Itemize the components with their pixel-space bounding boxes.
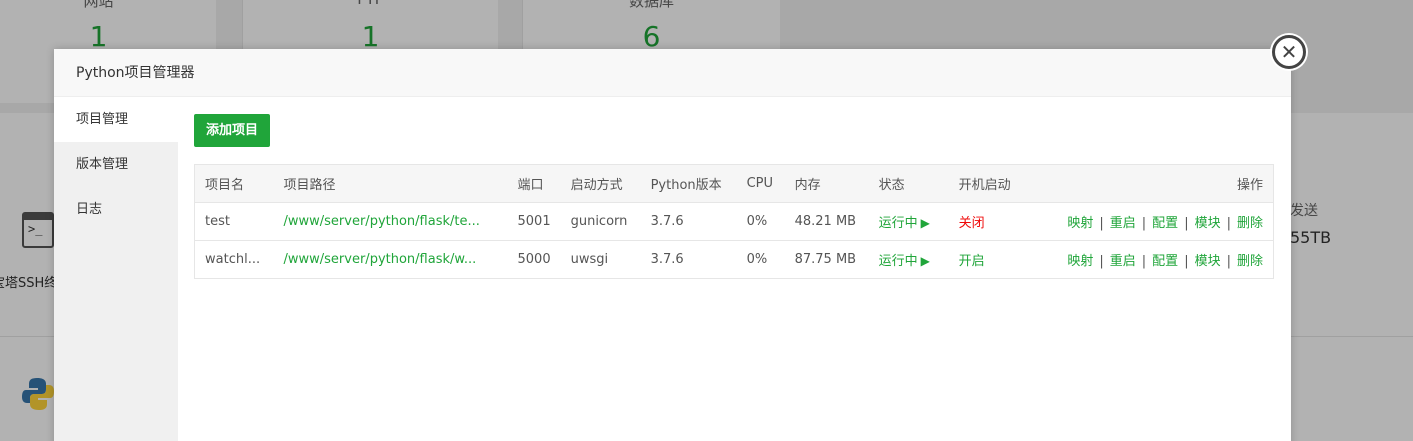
action-separator: | bbox=[1099, 254, 1104, 269]
project-start-method: uwsgi bbox=[560, 240, 641, 279]
action-map-link[interactable]: 映射 bbox=[1067, 216, 1093, 231]
project-cpu: 0% bbox=[736, 240, 785, 279]
project-actions: 映射 | 重启 | 配置 | 模块 | 删除 bbox=[1032, 240, 1274, 279]
close-icon[interactable]: ✕ bbox=[1272, 35, 1306, 69]
col-header-memory: 内存 bbox=[784, 164, 869, 203]
project-name: watchl... bbox=[194, 240, 274, 279]
project-name: test bbox=[194, 202, 274, 241]
status-text: 运行中 bbox=[878, 254, 918, 269]
action-separator: | bbox=[1184, 216, 1189, 231]
table-header-row: 项目名 项目路径 端口 启动方式 Python版本 CPU 内存 状态 开机启动… bbox=[194, 164, 1274, 203]
action-separator: | bbox=[1141, 216, 1147, 231]
project-actions: 映射 | 重启 | 配置 | 模块 | 删除 bbox=[1032, 202, 1274, 241]
table-row: watchl... /www/server/python/flask/w... … bbox=[194, 240, 1274, 279]
dialog-sidebar: 项目管理 版本管理 日志 bbox=[54, 97, 178, 441]
project-python-version: 3.7.6 bbox=[640, 240, 737, 279]
col-header-name: 项目名 bbox=[194, 164, 274, 203]
dialog-title: Python项目管理器 bbox=[54, 49, 1291, 97]
col-header-port: 端口 bbox=[507, 164, 561, 203]
action-modules-link[interactable]: 模块 bbox=[1195, 254, 1221, 269]
col-header-path: 项目路径 bbox=[273, 164, 508, 203]
action-map-link[interactable]: 映射 bbox=[1067, 254, 1093, 269]
action-separator: | bbox=[1226, 216, 1231, 231]
project-cpu: 0% bbox=[736, 202, 785, 241]
sidebar-item-version-management[interactable]: 版本管理 bbox=[54, 142, 178, 187]
project-path-link[interactable]: /www/server/python/flask/w... bbox=[273, 240, 508, 279]
col-header-actions: 操作 bbox=[1032, 164, 1274, 203]
project-start-method: gunicorn bbox=[560, 202, 641, 241]
action-delete-link[interactable]: 删除 bbox=[1237, 216, 1263, 231]
project-status-toggle[interactable]: 运行中 ▶ bbox=[868, 202, 949, 241]
project-autostart-toggle[interactable]: 关闭 bbox=[948, 202, 1033, 241]
col-header-cpu: CPU bbox=[736, 164, 785, 203]
action-separator: | bbox=[1099, 216, 1104, 231]
dialog-content: 添加项目 项目名 项目路径 端口 启动方式 Python版本 CPU 内存 状态… bbox=[178, 97, 1291, 441]
python-project-manager-dialog: Python项目管理器 项目管理 版本管理 日志 添加项目 项目名 项目路径 端… bbox=[54, 49, 1291, 441]
play-icon: ▶ bbox=[920, 216, 930, 230]
project-path-link[interactable]: /www/server/python/flask/te... bbox=[273, 202, 508, 241]
table-row: test /www/server/python/flask/te... 5001… bbox=[194, 202, 1274, 241]
project-autostart-toggle[interactable]: 开启 bbox=[948, 240, 1033, 279]
status-text: 运行中 bbox=[878, 216, 918, 231]
project-port: 5001 bbox=[507, 202, 561, 241]
sidebar-item-logs[interactable]: 日志 bbox=[54, 187, 178, 232]
action-config-link[interactable]: 配置 bbox=[1152, 216, 1178, 231]
col-header-status: 状态 bbox=[868, 164, 949, 203]
action-separator: | bbox=[1184, 254, 1189, 269]
add-project-button[interactable]: 添加项目 bbox=[194, 114, 271, 147]
action-restart-link[interactable]: 重启 bbox=[1110, 216, 1136, 231]
col-header-start-method: 启动方式 bbox=[560, 164, 641, 203]
action-modules-link[interactable]: 模块 bbox=[1195, 216, 1221, 231]
action-config-link[interactable]: 配置 bbox=[1152, 254, 1178, 269]
sidebar-item-project-management[interactable]: 项目管理 bbox=[54, 97, 178, 142]
action-separator: | bbox=[1226, 254, 1231, 269]
col-header-python-version: Python版本 bbox=[640, 164, 737, 203]
project-python-version: 3.7.6 bbox=[640, 202, 737, 241]
play-icon: ▶ bbox=[920, 254, 930, 268]
project-memory: 87.75 MB bbox=[784, 240, 869, 279]
project-memory: 48.21 MB bbox=[784, 202, 869, 241]
action-delete-link[interactable]: 删除 bbox=[1237, 254, 1263, 269]
project-table: 项目名 项目路径 端口 启动方式 Python版本 CPU 内存 状态 开机启动… bbox=[194, 164, 1274, 279]
action-separator: | bbox=[1141, 254, 1147, 269]
project-port: 5000 bbox=[507, 240, 561, 279]
col-header-autostart: 开机启动 bbox=[948, 164, 1033, 203]
action-restart-link[interactable]: 重启 bbox=[1110, 254, 1136, 269]
project-status-toggle[interactable]: 运行中 ▶ bbox=[868, 240, 949, 279]
